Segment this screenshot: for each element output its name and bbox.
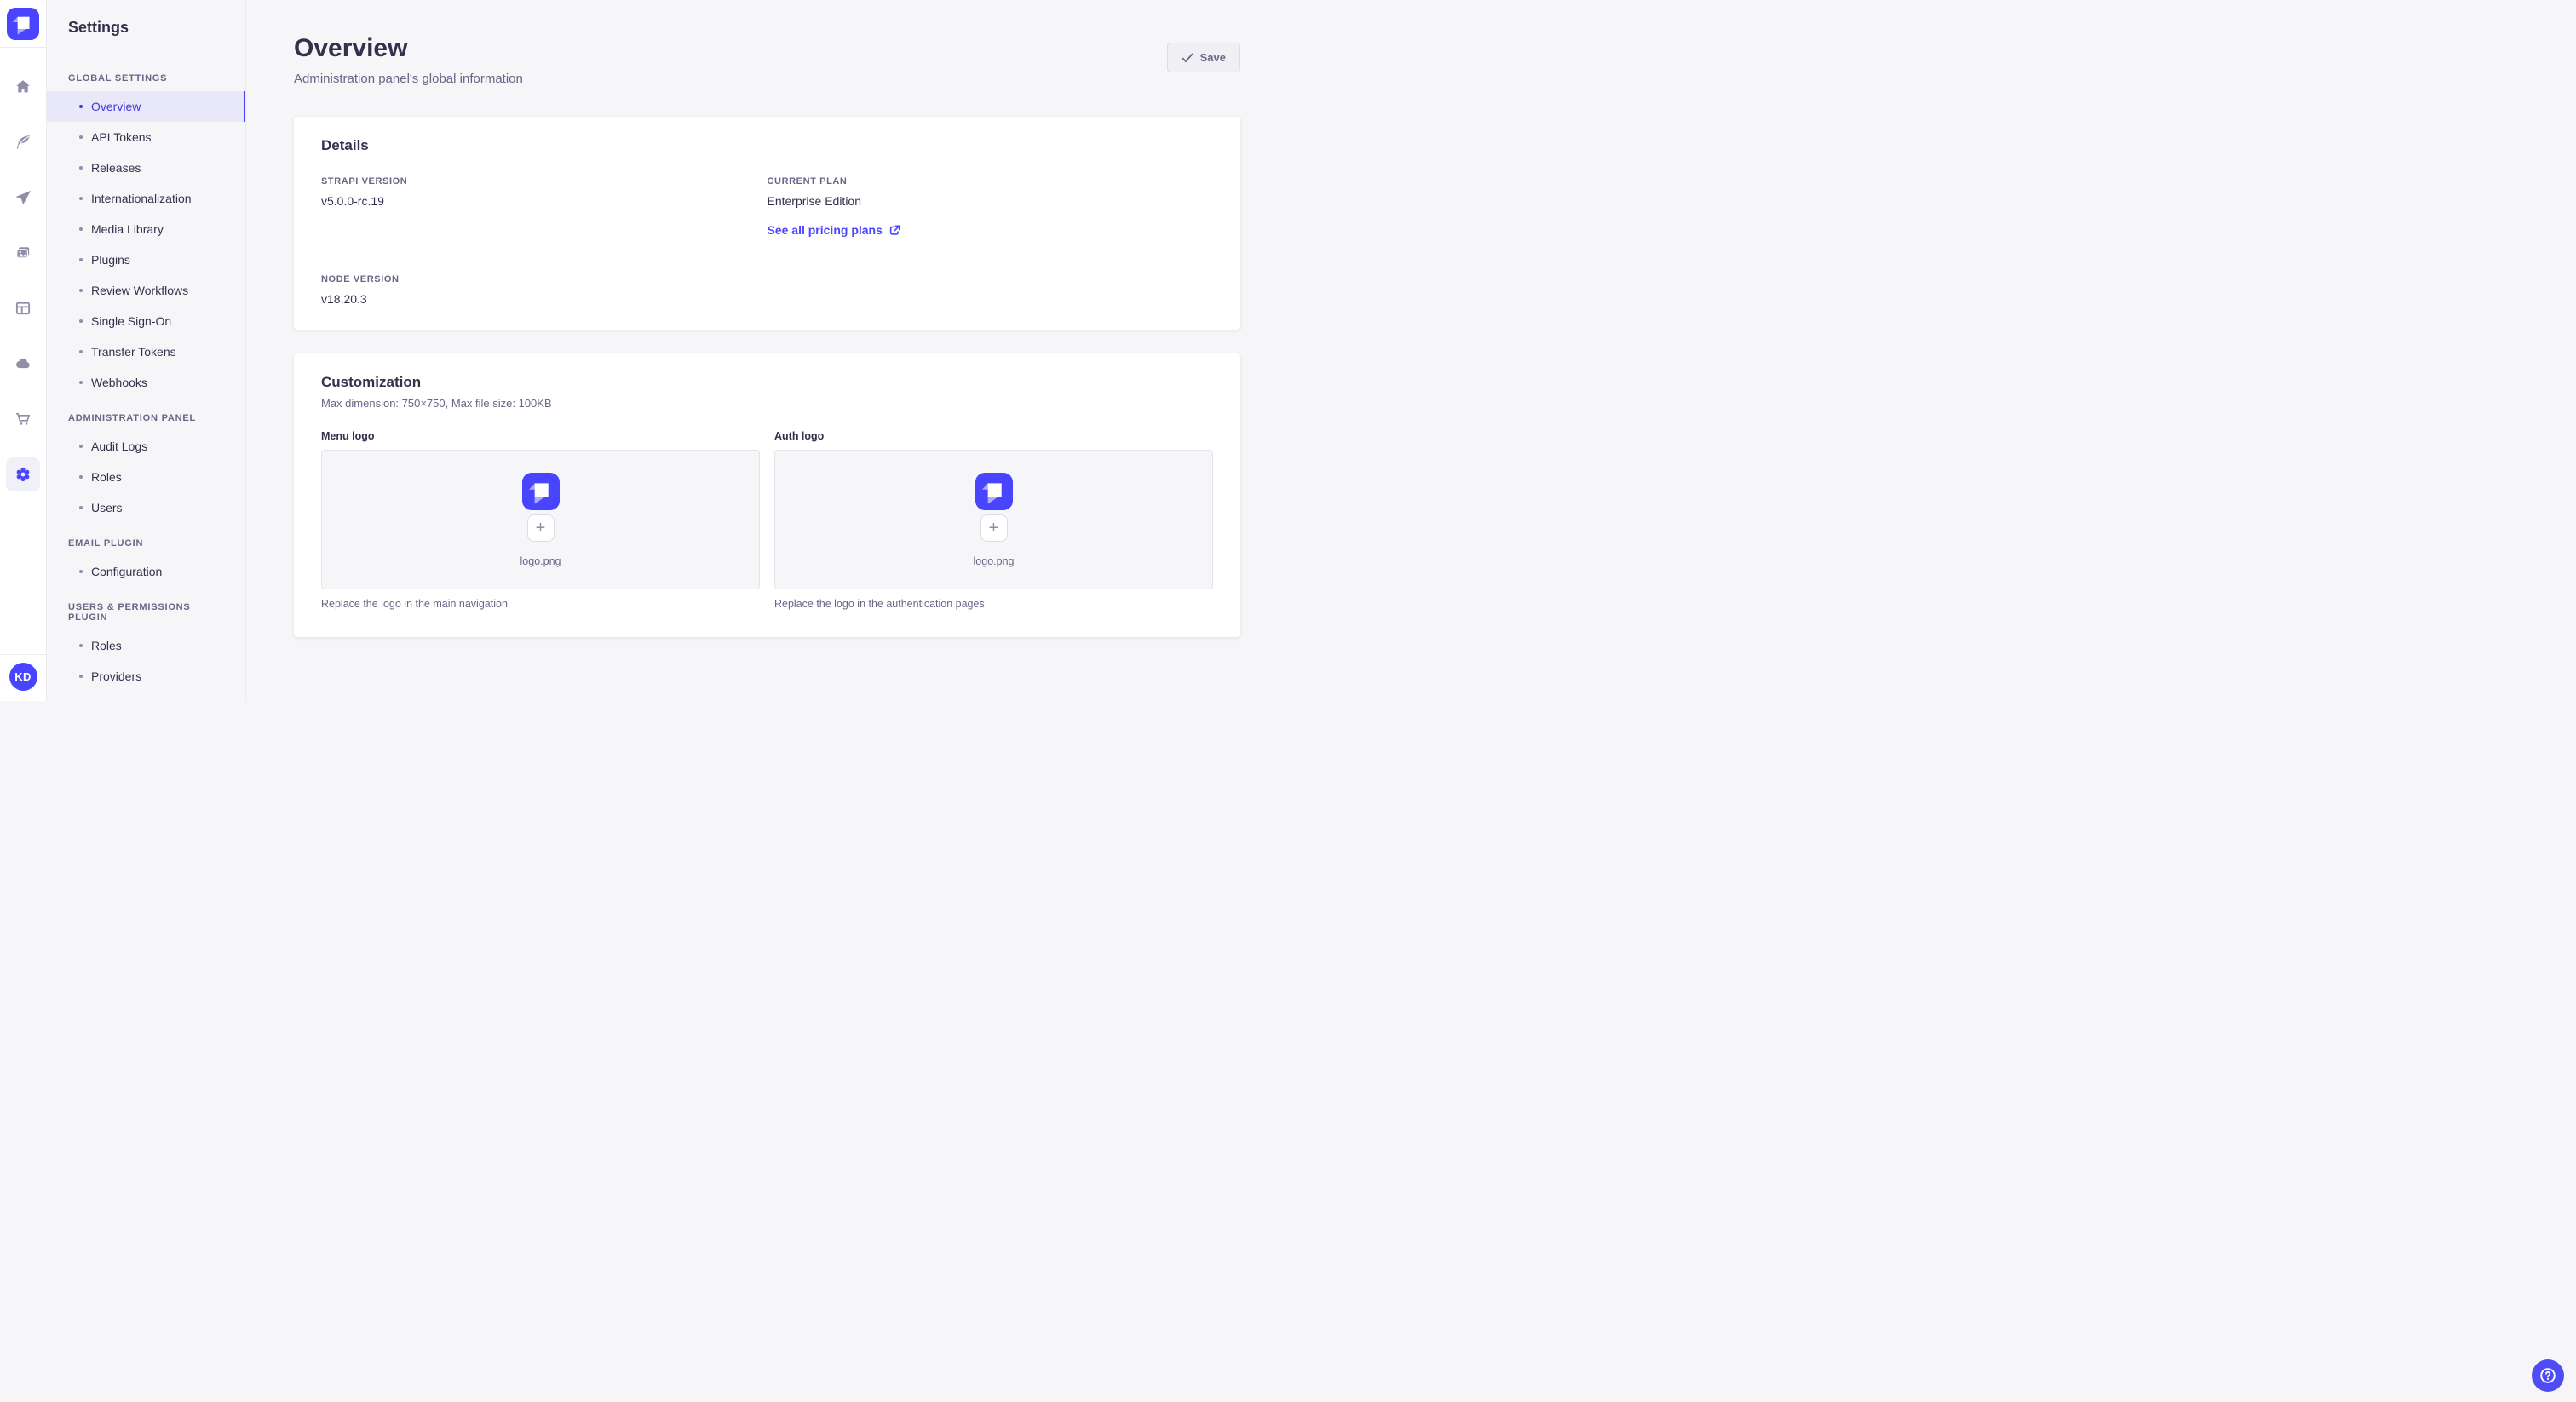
rail-nav [6, 70, 40, 654]
sidebar-item-webhooks[interactable]: Webhooks [47, 367, 245, 398]
bullet-icon [79, 644, 83, 647]
rail-logo-section [0, 0, 46, 48]
auth-logo-hint: Replace the logo in the authentication p… [774, 598, 985, 610]
home-icon[interactable] [6, 70, 40, 104]
customization-constraints: Max dimension: 750×750, Max file size: 1… [321, 397, 552, 410]
settings-sidebar: Settings GLOBAL SETTINGS Overview API To… [47, 0, 246, 701]
paper-plane-icon[interactable] [6, 181, 40, 215]
current-plan-value: Enterprise Edition [767, 194, 862, 208]
user-avatar[interactable]: KD [9, 663, 37, 691]
bullet-icon [79, 570, 83, 573]
sidebar-item-audit-logs[interactable]: Audit Logs [47, 431, 245, 462]
menu-logo-filename: logo.png [520, 554, 561, 567]
media-library-icon[interactable] [6, 236, 40, 270]
sidebar-title: Settings [68, 19, 129, 36]
sidebar-item-releases[interactable]: Releases [47, 152, 245, 183]
details-grid: STRAPI VERSION v5.0.0-rc.19 CURRENT PLAN… [321, 176, 1213, 306]
question-mark-icon [2540, 1368, 2556, 1383]
sidebar-item-internationalization[interactable]: Internationalization [47, 183, 245, 214]
sidebar-item-single-sign-on[interactable]: Single Sign-On [47, 306, 245, 336]
cloud-icon[interactable] [6, 347, 40, 381]
bullet-icon [79, 445, 83, 448]
page-subtitle: Administration panel's global informatio… [294, 72, 523, 86]
plus-icon[interactable]: + [526, 514, 555, 542]
save-button[interactable]: Save [1166, 43, 1240, 72]
sidebar-item-media-library[interactable]: Media Library [47, 214, 245, 244]
strapi-logo [521, 472, 560, 510]
layout-icon[interactable] [6, 291, 40, 325]
main-content: Overview Administration panel's global i… [246, 0, 1288, 701]
strapi-version-value: v5.0.0-rc.19 [321, 194, 384, 208]
page-header: Overview Administration panel's global i… [294, 34, 1240, 86]
pricing-plans-link-label: See all pricing plans [767, 223, 883, 237]
bullet-icon [79, 506, 83, 509]
menu-logo-hint: Replace the logo in the main navigation [321, 598, 508, 610]
node-version-field: NODE VERSION v18.20.3 [321, 274, 768, 306]
sidebar-item-email-configuration[interactable]: Configuration [47, 556, 245, 587]
plus-icon[interactable]: + [980, 514, 1008, 542]
gear-icon[interactable] [6, 457, 40, 491]
auth-logo-label: Auth logo [774, 430, 825, 442]
bullet-icon [79, 258, 83, 261]
sidebar-item-review-workflows[interactable]: Review Workflows [47, 275, 245, 306]
sidebar-item-admin-roles[interactable]: Roles [47, 462, 245, 492]
external-link-icon [889, 224, 900, 235]
bullet-icon [79, 197, 83, 200]
bullet-icon [79, 289, 83, 292]
bullet-icon [79, 350, 83, 353]
bullet-icon [79, 135, 83, 139]
sidebar-item-api-tokens[interactable]: API Tokens [47, 122, 245, 152]
feather-icon[interactable] [6, 125, 40, 159]
details-heading: Details [321, 137, 369, 153]
bullet-icon [79, 166, 83, 170]
icon-rail: KD [0, 0, 47, 701]
sidebar-section-global-settings: GLOBAL SETTINGS [68, 73, 168, 83]
bullet-icon [79, 475, 83, 479]
help-button[interactable] [2532, 1359, 2564, 1392]
menu-logo-dropzone[interactable]: + logo.png [321, 450, 760, 589]
auth-logo-dropzone[interactable]: + logo.png [774, 450, 1213, 589]
node-version-label: NODE VERSION [321, 274, 400, 284]
save-button-label: Save [1199, 51, 1226, 64]
sidebar-section-administration-panel: ADMINISTRATION PANEL [68, 413, 197, 423]
menu-logo-label: Menu logo [321, 430, 375, 442]
check-icon [1182, 53, 1193, 62]
details-card: Details STRAPI VERSION v5.0.0-rc.19 CURR… [294, 117, 1240, 330]
strapi-logo [975, 472, 1013, 510]
sidebar-item-plugins[interactable]: Plugins [47, 244, 245, 275]
cart-icon[interactable] [6, 402, 40, 436]
menu-logo-field: Menu logo + logo.png Replace the logo in… [321, 430, 760, 610]
pricing-plans-link[interactable]: See all pricing plans [768, 223, 900, 237]
strapi-logo[interactable] [7, 7, 39, 40]
auth-logo-field: Auth logo + logo.png Replace the logo in… [774, 430, 1213, 610]
sidebar-item-overview[interactable]: Overview [47, 91, 245, 122]
page-title: Overview [294, 34, 408, 62]
current-plan-label: CURRENT PLAN [767, 176, 848, 187]
strapi-version-field: STRAPI VERSION v5.0.0-rc.19 [321, 176, 768, 238]
sidebar-item-transfer-tokens[interactable]: Transfer Tokens [47, 336, 245, 367]
node-version-value: v18.20.3 [321, 292, 367, 306]
bullet-icon [79, 227, 83, 231]
bullet-icon [79, 381, 83, 384]
bullet-icon [79, 105, 83, 108]
sidebar-section-users-permissions-plugin: USERS & PERMISSIONS PLUGIN [68, 602, 191, 623]
customization-heading: Customization [321, 374, 422, 390]
rail-footer: KD [0, 654, 46, 701]
auth-logo-filename: logo.png [973, 554, 1015, 567]
sidebar-item-up-roles[interactable]: Roles [47, 630, 245, 661]
sidebar-item-admin-users[interactable]: Users [47, 492, 245, 523]
bullet-icon [79, 675, 83, 678]
bullet-icon [79, 319, 83, 323]
sidebar-item-up-providers[interactable]: Providers [47, 661, 245, 692]
logo-grid: Menu logo + logo.png Replace the logo in… [321, 430, 1213, 610]
strapi-admin-app: KD Settings GLOBAL SETTINGS Overview API… [0, 0, 1288, 701]
sidebar-section-email-plugin: EMAIL PLUGIN [68, 538, 144, 549]
customization-card: Customization Max dimension: 750×750, Ma… [294, 353, 1240, 637]
strapi-version-label: STRAPI VERSION [321, 176, 408, 187]
current-plan-field: CURRENT PLAN Enterprise Edition See all … [768, 176, 1214, 238]
